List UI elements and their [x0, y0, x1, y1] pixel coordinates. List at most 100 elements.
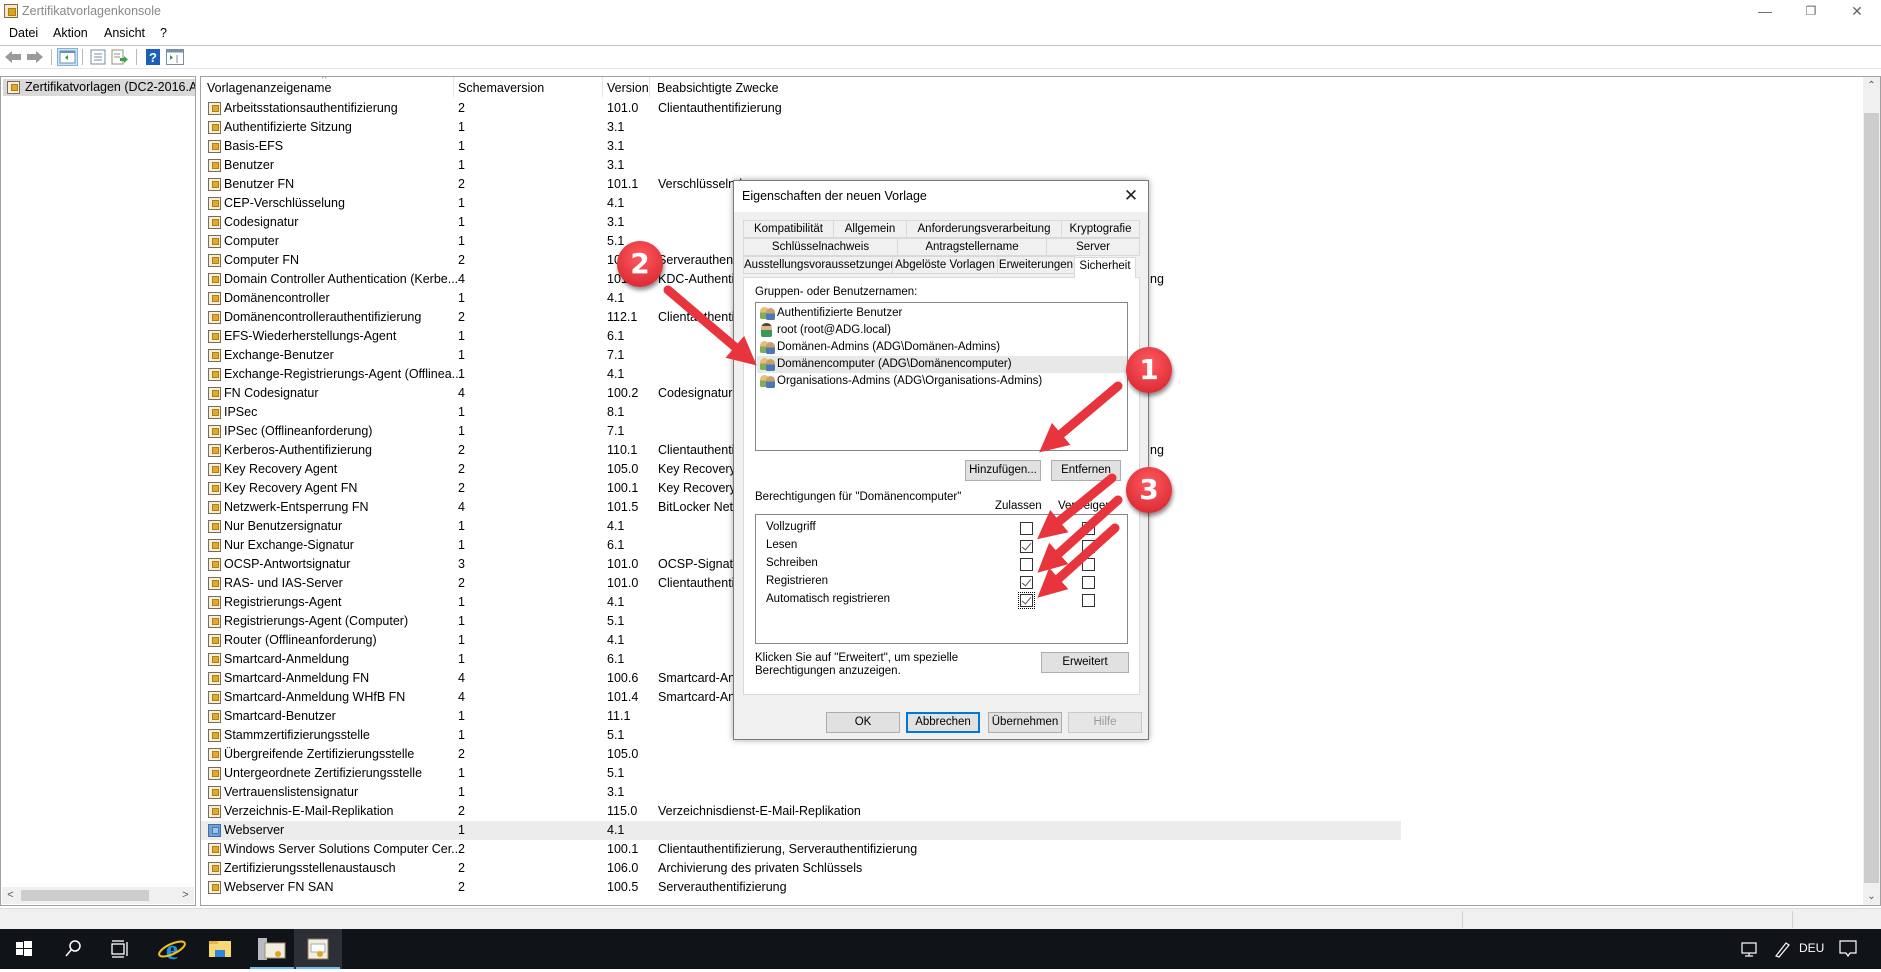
column-header-name[interactable]: Vorlagenanzeigename: [207, 81, 331, 95]
principal-item[interactable]: Domänencomputer (ADG\Domänencomputer): [757, 356, 1127, 373]
help-button[interactable]: Hilfe: [1068, 712, 1142, 733]
scroll-up-icon[interactable]: ⌃: [1863, 77, 1880, 94]
table-row[interactable]: Windows Server Solutions Computer Cer...…: [201, 840, 1401, 859]
export-list-icon[interactable]: [111, 49, 129, 65]
cell-version: 101.0: [607, 557, 639, 571]
menu-aktion[interactable]: Aktion: [53, 26, 88, 40]
cert-template-icon: [208, 691, 221, 704]
menu-datei[interactable]: Datei: [9, 26, 38, 40]
tab-kryptografie[interactable]: Kryptografie: [1061, 220, 1140, 238]
table-row[interactable]: Webserver FN SAN 2 100.5 Serverauthentifizi…: [201, 878, 1401, 897]
column-divider[interactable]: [649, 77, 650, 97]
cert-template-icon: [208, 273, 221, 286]
tab-ausstellungsvoraussetzungen[interactable]: Ausstellungsvoraussetzungen: [743, 256, 897, 274]
cert-template-icon: [208, 767, 221, 780]
deny-checkbox[interactable]: [1082, 576, 1095, 589]
principal-item[interactable]: Organisations-Admins (ADG\Organisations-…: [757, 373, 1127, 390]
advanced-button[interactable]: Erweitert: [1041, 652, 1129, 673]
list-vertical-scrollbar[interactable]: ⌃ ⌄: [1863, 77, 1880, 905]
taskbar-file-explorer[interactable]: [196, 929, 244, 969]
table-row[interactable]: Basis-EFS 1 3.1: [201, 137, 1401, 156]
minimize-button[interactable]: —: [1742, 0, 1788, 24]
tab-server[interactable]: Server: [1046, 238, 1140, 256]
cell-name: Netzwerk-Entsperrung FN: [224, 500, 369, 514]
principal-item[interactable]: Authentifizierte Benutzer: [757, 305, 1127, 322]
table-row[interactable]: Vertrauenslistensignatur 1 3.1: [201, 783, 1401, 802]
scroll-down-icon[interactable]: ⌄: [1863, 888, 1880, 905]
column-header-schema[interactable]: Schemaversion: [458, 81, 544, 95]
principal-item[interactable]: root (root@ADG.local): [757, 322, 1127, 339]
cell-version: 100.1: [607, 842, 639, 856]
column-header-version[interactable]: Version: [607, 81, 649, 95]
tab-allgemein[interactable]: Allgemein: [833, 220, 907, 238]
table-row[interactable]: Arbeitsstationsauthentifizierung 2 101.0 Cl…: [201, 99, 1401, 118]
table-row[interactable]: Verzeichnis-E-Mail-Replikation 2 115.0 Verz…: [201, 802, 1401, 821]
menu-ansicht[interactable]: Ansicht: [104, 26, 145, 40]
column-header-purposes[interactable]: Beabsichtigte Zwecke: [657, 81, 779, 95]
tree-root-cert-templates[interactable]: Zertifikatvorlagen (DC2-2016.AD: [3, 79, 195, 96]
allow-checkbox[interactable]: [1020, 522, 1033, 535]
principals-listbox[interactable]: Authentifizierte Benutzer root (root@ADG.…: [755, 302, 1128, 451]
action-center-icon[interactable]: [1838, 939, 1858, 959]
tab-schluesselnachweis[interactable]: Schlüsselnachweis: [743, 238, 898, 256]
search-button[interactable]: [48, 929, 96, 969]
show-hide-console-tree-icon[interactable]: [57, 48, 78, 66]
cell-name: Exchange-Benutzer: [224, 348, 334, 362]
scrollbar-thumb[interactable]: [1864, 113, 1879, 883]
allow-checkbox[interactable]: [1018, 592, 1035, 609]
taskbar-cert-templates-console[interactable]: [294, 929, 342, 969]
cell-schema: 2: [458, 576, 465, 590]
forward-arrow-icon[interactable]: [26, 49, 44, 65]
help-icon[interactable]: ?: [144, 49, 162, 65]
remove-button[interactable]: Entfernen: [1051, 460, 1121, 481]
scroll-left-icon[interactable]: <: [2, 887, 19, 904]
tab-kompatibilitaet[interactable]: Kompatibilität: [743, 220, 834, 238]
menu-help[interactable]: ?: [160, 26, 167, 40]
close-button[interactable]: ✕: [1834, 0, 1880, 24]
allow-checkbox[interactable]: [1020, 540, 1033, 553]
language-indicator[interactable]: DEU: [1799, 941, 1824, 955]
cell-schema: 1: [458, 291, 465, 305]
cell-schema: 1: [458, 614, 465, 628]
column-divider[interactable]: [453, 77, 454, 97]
ok-button[interactable]: OK: [826, 712, 900, 733]
properties-icon[interactable]: [89, 49, 107, 65]
network-icon[interactable]: [1739, 940, 1759, 958]
cell-name: Key Recovery Agent: [224, 462, 338, 476]
table-row[interactable]: Authentifizierte Sitzung 1 3.1: [201, 118, 1401, 137]
deny-checkbox[interactable]: [1082, 540, 1095, 553]
table-row[interactable]: Zertifizierungsstellenaustausch 2 106.0 Arc…: [201, 859, 1401, 878]
tree-horizontal-scrollbar[interactable]: < >: [2, 887, 194, 904]
task-view-button[interactable]: [96, 929, 144, 969]
apply-button[interactable]: Übernehmen: [988, 712, 1062, 733]
tab-erweiterungen[interactable]: Erweiterungen: [997, 256, 1075, 274]
taskbar-internet-explorer[interactable]: e: [148, 929, 196, 969]
scrollbar-thumb[interactable]: [21, 890, 149, 901]
cell-name: FN Codesignatur: [224, 386, 319, 400]
dialog-close-button[interactable]: ✕: [1118, 184, 1144, 208]
allow-checkbox[interactable]: [1020, 558, 1033, 571]
show-hide-action-pane-icon[interactable]: [166, 49, 184, 65]
column-divider[interactable]: [602, 77, 603, 97]
back-arrow-icon[interactable]: [4, 49, 22, 65]
restore-button[interactable]: ❐: [1788, 0, 1834, 24]
table-row[interactable]: Übergreifende Zertifizierungsstelle 2 105.…: [201, 745, 1401, 764]
deny-checkbox[interactable]: [1082, 594, 1095, 607]
taskbar-server-cert-app[interactable]: [248, 929, 296, 969]
cancel-button[interactable]: Abbrechen: [906, 712, 980, 733]
tab-antragstellername[interactable]: Antragstellername: [897, 238, 1047, 256]
deny-checkbox[interactable]: [1082, 558, 1095, 571]
deny-checkbox[interactable]: [1082, 522, 1095, 535]
pen-ink-icon[interactable]: [1772, 940, 1792, 958]
tab-sicherheit[interactable]: Sicherheit: [1074, 257, 1136, 278]
start-button[interactable]: [0, 929, 48, 969]
principal-item[interactable]: Domänen-Admins (ADG\Domänen-Admins): [757, 339, 1127, 356]
add-button[interactable]: Hinzufügen...: [965, 460, 1041, 481]
table-row[interactable]: Untergeordnete Zertifizierungsstelle 1 5.1: [201, 764, 1401, 783]
table-row[interactable]: Benutzer 1 3.1: [201, 156, 1401, 175]
allow-checkbox[interactable]: [1020, 576, 1033, 589]
tab-abgeloeste-vorlagen[interactable]: Abgelöste Vorlagen: [892, 256, 998, 274]
tab-anforderungsverarbeitung[interactable]: Anforderungsverarbeitung: [906, 220, 1062, 238]
table-row[interactable]: Webserver 1 4.1: [201, 821, 1401, 840]
scroll-right-icon[interactable]: >: [177, 887, 194, 904]
